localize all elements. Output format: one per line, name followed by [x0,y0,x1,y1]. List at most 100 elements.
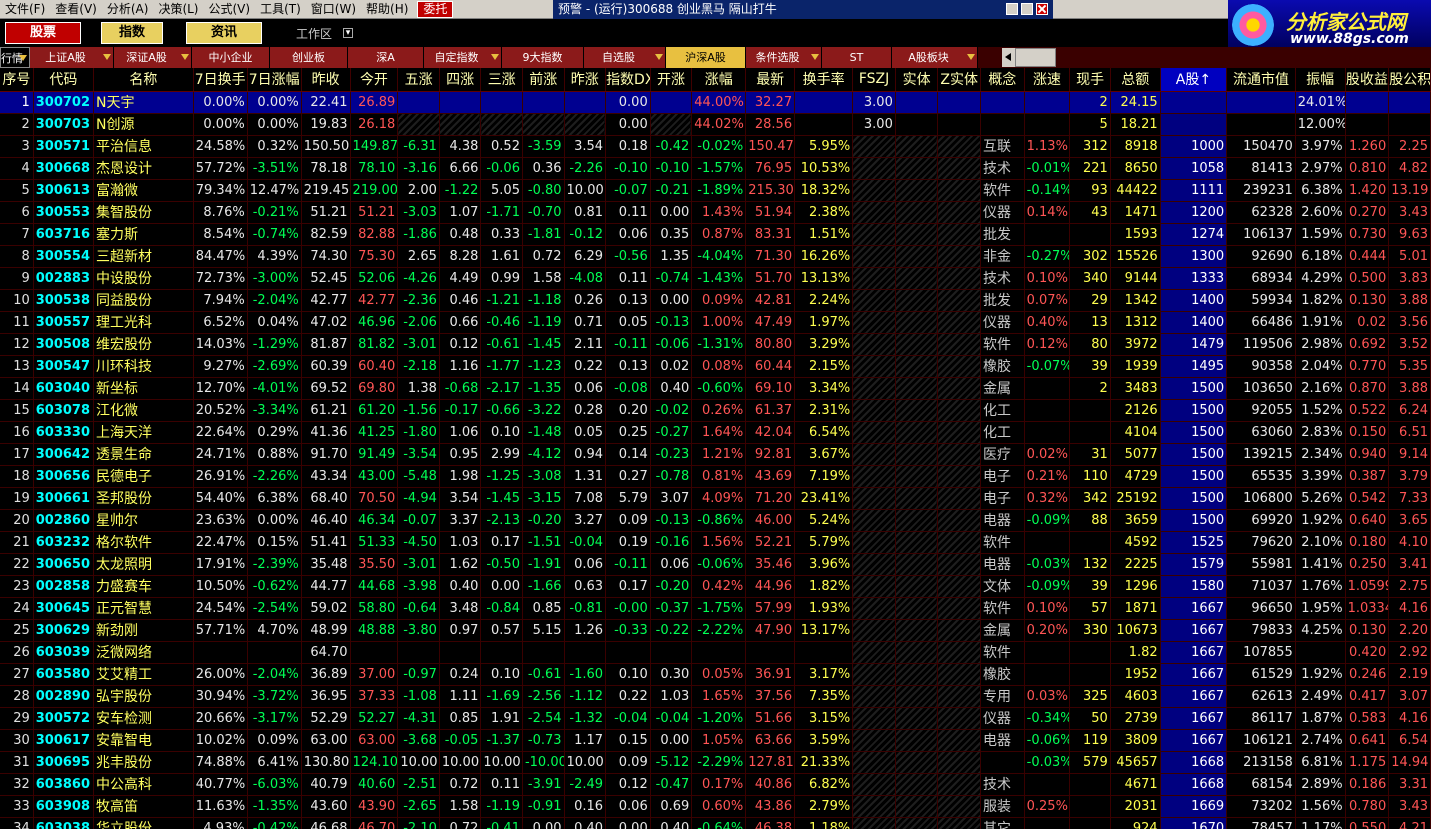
dropdown-arrow-icon[interactable] [103,54,111,60]
column-header-1[interactable]: 代码 [33,68,94,92]
table-row[interactable]: 26 603039 泛微网络 64.70 软件 1.82 1667 107855 0.420 2.… [0,641,1431,664]
column-header-11[interactable]: 昨涨 [564,68,607,92]
column-header-4[interactable]: 7日涨幅 [247,68,302,92]
tab-4[interactable]: 创业板 [270,47,348,68]
column-header-5[interactable]: 昨收 [301,68,351,92]
table-row[interactable]: 22 300650 太龙照明 17.91% -2.39% 35.48 35.50 -3.01 1… [0,553,1431,576]
column-header-8[interactable]: 四涨 [439,68,482,92]
dropdown-arrow-icon[interactable] [181,54,189,60]
table-row[interactable]: 33 603908 牧高笛 11.63% -1.35% 43.60 43.90 -2.65 1.… [0,795,1431,818]
tab-2[interactable]: 深证A股 [114,47,192,68]
tab-7[interactable]: 9大指数 [502,47,584,68]
table-row[interactable]: 24 300645 正元智慧 24.54% -2.54% 59.02 58.80 -0.64 3… [0,597,1431,620]
tab-3[interactable]: 中小企业 [192,47,270,68]
menu-item-2[interactable]: 分析(A) [102,0,154,19]
tab-1[interactable]: 上证A股 [30,47,114,68]
table-row[interactable]: 9 002883 中设股份 72.73% -3.00% 52.45 52.06 -4.26 4.… [0,267,1431,290]
index-button[interactable]: 指数 [101,22,163,44]
column-header-22[interactable]: 现手 [1069,68,1111,92]
tab-12[interactable]: A股板块 [892,47,978,68]
column-header-14[interactable]: 涨幅 [691,68,747,92]
column-header-16[interactable]: 换手率 [794,68,854,92]
table-row[interactable]: 19 300661 圣邦股份 54.40% 6.38% 68.40 70.50 -4.94 3.… [0,487,1431,510]
column-header-15[interactable]: 最新 [745,68,796,92]
menu-item-4[interactable]: 公式(V) [204,0,256,19]
table-row[interactable]: 28 002890 弘宇股份 30.94% -3.72% 36.95 37.33 -1.08 1… [0,685,1431,708]
menu-item-7[interactable]: 帮助(H) [361,0,413,19]
table-row[interactable]: 18 300656 民德电子 26.91% -2.26% 43.34 43.00 -5.48 1… [0,465,1431,488]
table-row[interactable]: 32 603860 中公高科 40.77% -6.03% 40.79 40.60 -2.51 0… [0,773,1431,796]
workspace-dropdown-icon[interactable]: ▾ [343,28,353,38]
column-header-13[interactable]: 开涨 [650,68,693,92]
table-row[interactable]: 12 300508 维宏股份 14.03% -1.29% 81.87 81.82 -3.01 0… [0,333,1431,356]
table-row[interactable]: 7 603716 塞力斯 8.54% -0.74% 82.59 82.88 -1.86 0.48… [0,223,1431,246]
table-row[interactable]: 1 300702 N天宇 0.00% 0.00% 22.41 26.89 0.00 44.00%… [0,91,1431,114]
column-header-19[interactable]: Z实体 [937,68,981,92]
stock-button[interactable]: 股票 [5,22,81,44]
table-row[interactable]: 5 300613 富瀚微 79.34% 12.47% 219.45 219.00 2.00 -1… [0,179,1431,202]
column-header-0[interactable]: 序号 [0,68,34,92]
table-row[interactable]: 11 300557 理工光科 6.52% 0.04% 47.02 46.96 -2.06 0.6… [0,311,1431,334]
column-header-12[interactable]: 指数DX [605,68,651,92]
menu-item-6[interactable]: 窗口(W) [306,0,361,19]
menu-item-entrust[interactable]: 委托 [417,0,454,18]
table-row[interactable]: 8 300554 三超新材 84.47% 4.39% 74.30 75.30 2.65 8.28… [0,245,1431,268]
table-row[interactable]: 23 002858 力盛赛车 10.50% -0.62% 44.77 44.68 -3.98 0… [0,575,1431,598]
minimize-icon[interactable] [1006,3,1018,15]
menu-item-5[interactable]: 工具(T) [255,0,306,19]
column-header-24[interactable]: A股↑ [1160,68,1228,92]
table-row[interactable]: 16 603330 上海天洋 22.64% 0.29% 41.36 41.25 -1.80 1.… [0,421,1431,444]
column-header-23[interactable]: 总额 [1110,68,1161,92]
tab-8[interactable]: 自选股 [584,47,666,68]
table-row[interactable]: 29 300572 安车检测 20.66% -3.17% 52.29 52.27 -4.31 0… [0,707,1431,730]
info-button[interactable]: 资讯 [186,22,262,44]
column-header-9[interactable]: 三涨 [480,68,523,92]
column-header-26[interactable]: 振幅 [1295,68,1346,92]
tab-0[interactable]: 行情 [0,47,30,68]
scroll-left-icon[interactable] [1002,48,1016,67]
dropdown-arrow-icon[interactable] [967,54,975,60]
close-icon[interactable] [1036,3,1048,15]
column-header-18[interactable]: 实体 [895,68,939,92]
column-header-17[interactable]: FSZJ [852,68,896,92]
menu-item-0[interactable]: 文件(F) [0,0,50,19]
table-row[interactable]: 10 300538 同益股份 7.94% -2.04% 42.77 42.77 -2.36 0.… [0,289,1431,312]
column-header-28[interactable]: 股公积 [1388,68,1431,92]
column-header-27[interactable]: 股收益 [1345,68,1390,92]
alert-window-title[interactable]: 预警 - (运行)300688 创业黑马 隔山打牛 [553,0,1053,19]
tab-6[interactable]: 自定指数 [424,47,502,68]
tab-11[interactable]: ST [822,47,892,68]
column-header-25[interactable]: 流通市值 [1226,68,1296,92]
table-row[interactable]: 17 300642 透景生命 24.71% 0.88% 91.70 91.49 -3.54 0.… [0,443,1431,466]
column-header-2[interactable]: 名称 [93,68,194,92]
table-row[interactable]: 4 300668 杰恩设计 57.72% -3.51% 78.18 78.10 -3.16 6.… [0,157,1431,180]
tab-9[interactable]: 沪深A股 [666,47,746,68]
tab-10[interactable]: 条件选股 [746,47,822,68]
column-header-3[interactable]: 7日换手 [193,68,248,92]
menu-item-3[interactable]: 决策(L) [153,0,203,19]
table-row[interactable]: 27 603580 艾艾精工 26.00% -2.04% 36.89 37.00 -0.97 0… [0,663,1431,686]
table-row[interactable]: 2 300703 N创源 0.00% 0.00% 19.83 26.18 0.00 44.02%… [0,113,1431,136]
table-row[interactable]: 34 603038 华立股份 4.93% -0.42% 46.68 46.70 -2.10 0.… [0,817,1431,829]
column-header-6[interactable]: 今开 [350,68,399,92]
table-row[interactable]: 3 300571 平治信息 24.58% 0.32% 150.50 149.87 -6.31 4… [0,135,1431,158]
table-row[interactable]: 14 603040 新坐标 12.70% -4.01% 69.52 69.80 1.38 -0.… [0,377,1431,400]
maximize-icon[interactable] [1021,3,1033,15]
table-row[interactable]: 6 300553 集智股份 8.76% -0.21% 51.21 51.21 -3.03 1.0… [0,201,1431,224]
dropdown-arrow-icon[interactable] [811,54,819,60]
column-header-21[interactable]: 涨速 [1024,68,1071,92]
table-row[interactable]: 15 603078 江化微 20.52% -3.34% 61.21 61.20 -1.56 -0… [0,399,1431,422]
dropdown-arrow-icon[interactable] [491,54,499,60]
column-header-20[interactable]: 概念 [980,68,1025,92]
table-row[interactable]: 25 300629 新劲刚 57.71% 4.70% 48.99 48.88 -3.80 0.9… [0,619,1431,642]
column-header-10[interactable]: 前涨 [522,68,565,92]
menu-item-1[interactable]: 查看(V) [50,0,102,19]
dropdown-arrow-icon[interactable] [655,54,663,60]
table-row[interactable]: 21 603232 格尔软件 22.47% 0.15% 51.41 51.33 -4.50 1.… [0,531,1431,554]
tab-5[interactable]: 深A [348,47,424,68]
column-header-7[interactable]: 五涨 [397,68,440,92]
table-row[interactable]: 13 300547 川环科技 9.27% -2.69% 60.39 60.40 -2.18 1.… [0,355,1431,378]
table-row[interactable]: 30 300617 安靠智电 10.02% 0.09% 63.00 63.00 -3.68 -0… [0,729,1431,752]
table-row[interactable]: 31 300695 兆丰股份 74.88% 6.41% 130.80 124.10 10.00… [0,751,1431,774]
table-row[interactable]: 20 002860 星帅尔 23.63% 0.00% 46.40 46.34 -0.07 3.3… [0,509,1431,532]
